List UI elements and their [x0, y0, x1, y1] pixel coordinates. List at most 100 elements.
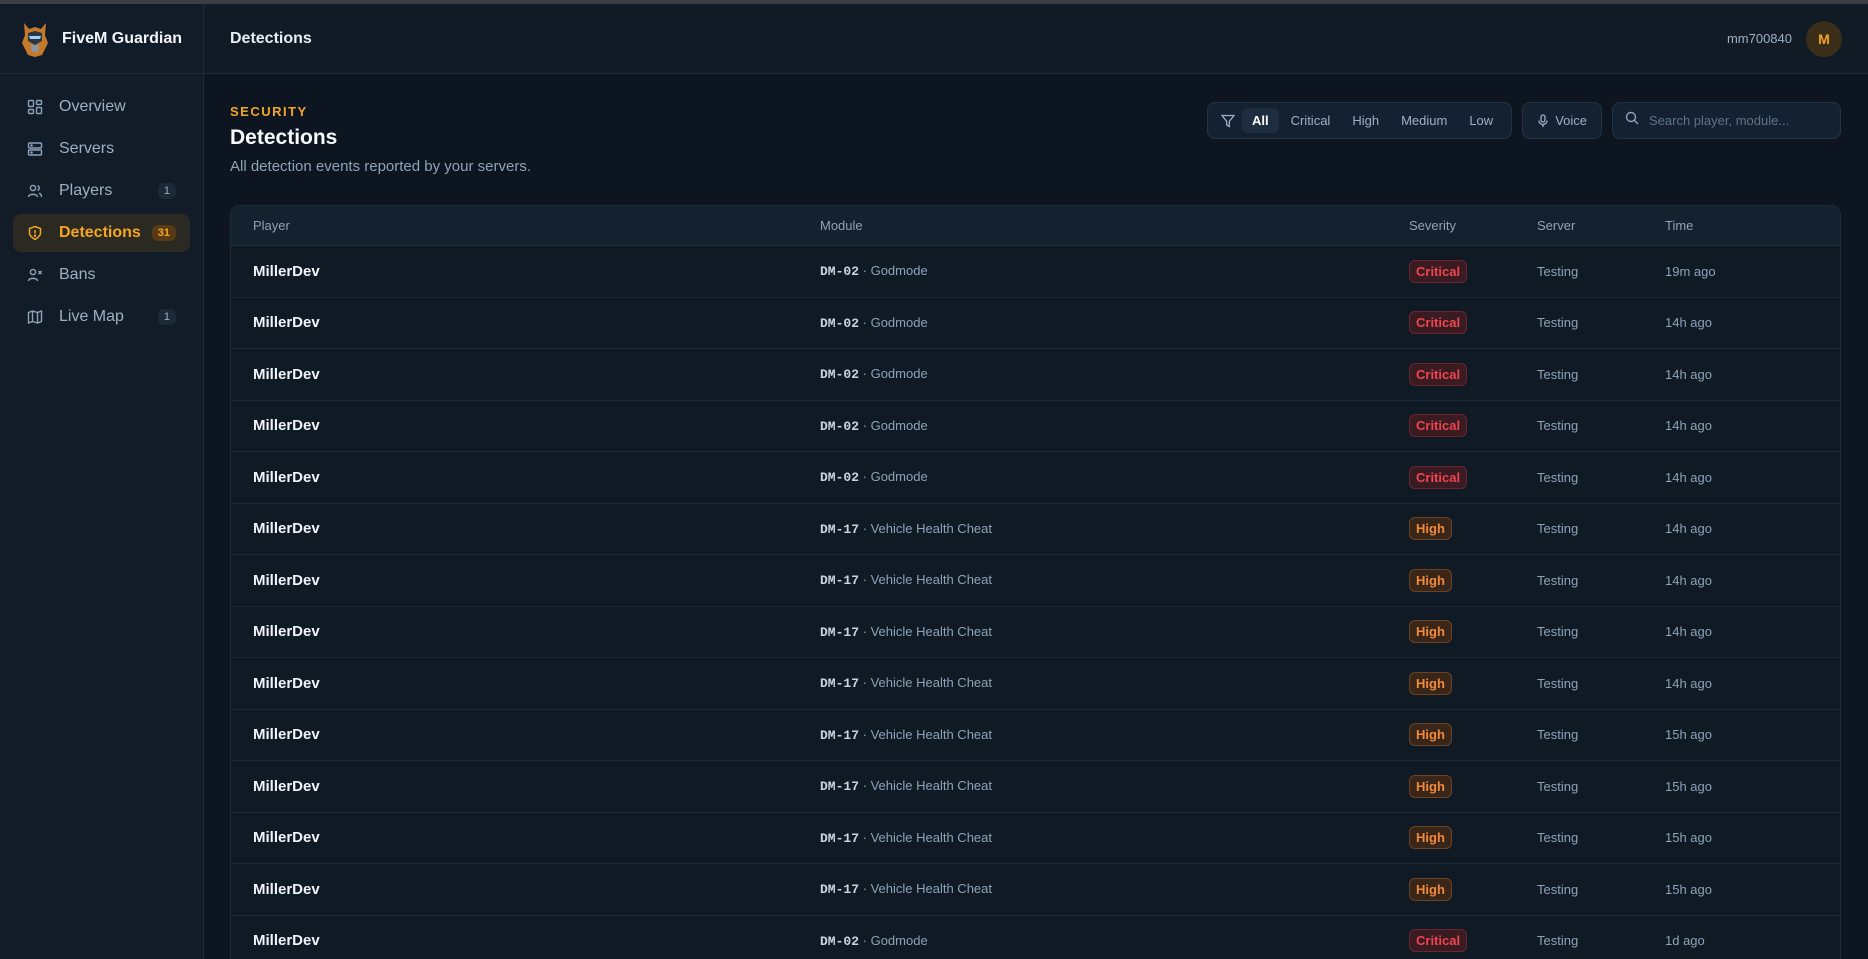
- column-header-module[interactable]: Module: [820, 218, 1409, 233]
- table-row[interactable]: MillerDev DM-02 · Godmode Critical Testing 1…: [231, 916, 1840, 959]
- module-separator: ·: [859, 520, 871, 536]
- sidebar-item-overview[interactable]: Overview: [13, 88, 190, 126]
- module-cell: DM-17 · Vehicle Health Cheat: [820, 727, 1409, 743]
- section-eyebrow: SECURITY: [230, 104, 308, 119]
- sidebar-item-label: Servers: [59, 140, 115, 157]
- severity-badge: Critical: [1409, 414, 1468, 438]
- server-cell: Testing: [1537, 830, 1579, 846]
- severity-cell: Critical: [1409, 929, 1537, 953]
- table-row[interactable]: MillerDev DM-02 · Godmode Critical Testing 1…: [231, 298, 1840, 349]
- severity-cell: High: [1409, 620, 1537, 644]
- severity-cell: Critical: [1409, 414, 1537, 438]
- filter-medium[interactable]: Medium: [1391, 108, 1457, 133]
- severity-badge: High: [1409, 517, 1452, 541]
- sidebar: FiveM Guardian Overview Servers Players …: [0, 4, 204, 959]
- module-cell: DM-17 · Vehicle Health Cheat: [820, 624, 1409, 640]
- module-cell: DM-02 · Godmode: [820, 366, 1409, 382]
- module-separator: ·: [859, 778, 871, 794]
- table-row[interactable]: MillerDev DM-02 · Godmode Critical Testing 1…: [231, 246, 1840, 298]
- server-cell: Testing: [1537, 263, 1579, 279]
- module-separator: ·: [859, 829, 871, 845]
- severity-badge: High: [1409, 671, 1452, 695]
- server-cell: Testing: [1537, 675, 1579, 691]
- player-name[interactable]: MillerDev: [231, 572, 820, 589]
- player-name[interactable]: MillerDev: [231, 520, 820, 537]
- player-name[interactable]: MillerDev: [231, 881, 820, 898]
- player-name[interactable]: MillerDev: [231, 726, 820, 743]
- table-row[interactable]: MillerDev DM-02 · Godmode Critical Testing 1…: [231, 401, 1840, 452]
- username: mm700840: [1726, 31, 1792, 46]
- module-separator: ·: [859, 675, 871, 691]
- sidebar-item-live-map[interactable]: Live Map 1: [13, 298, 190, 336]
- severity-cell: High: [1409, 723, 1537, 747]
- avatar[interactable]: M: [1806, 20, 1842, 57]
- severity-badge: High: [1409, 723, 1452, 747]
- player-name[interactable]: MillerDev: [231, 829, 820, 846]
- module-separator: ·: [859, 726, 871, 742]
- module-name: Godmode: [870, 314, 928, 330]
- filter-high[interactable]: High: [1342, 108, 1389, 133]
- module-code: DM-17: [820, 830, 860, 846]
- shield-icon: [27, 225, 43, 241]
- search-box[interactable]: [1612, 102, 1841, 139]
- severity-badge: High: [1409, 774, 1452, 798]
- table-row[interactable]: MillerDev DM-17 · Vehicle Health Cheat Hig…: [231, 761, 1840, 813]
- filter-all[interactable]: All: [1241, 108, 1279, 133]
- table-row[interactable]: MillerDev DM-02 · Godmode Critical Testing 1…: [231, 452, 1840, 504]
- table-row[interactable]: MillerDev DM-17 · Vehicle Health Cheat Hig…: [231, 607, 1840, 658]
- player-name[interactable]: MillerDev: [231, 366, 820, 383]
- player-name[interactable]: MillerDev: [231, 778, 820, 795]
- column-header-player[interactable]: Player: [231, 218, 820, 233]
- severity-cell: Critical: [1409, 465, 1537, 489]
- player-name[interactable]: MillerDev: [231, 263, 820, 280]
- time-cell: 15h ago: [1665, 778, 1712, 794]
- toolbar: All Critical High Medium Low Voice: [1206, 102, 1841, 139]
- sidebar-item-detections[interactable]: Detections 31: [13, 214, 190, 252]
- column-header-server[interactable]: Server: [1537, 218, 1665, 233]
- table-row[interactable]: MillerDev DM-17 · Vehicle Health Cheat Hig…: [231, 504, 1840, 555]
- table-row[interactable]: MillerDev DM-17 · Vehicle Health Cheat Hig…: [231, 864, 1840, 916]
- time-cell: 15h ago: [1665, 830, 1712, 846]
- filter-low[interactable]: Low: [1459, 108, 1503, 133]
- table-row[interactable]: MillerDev DM-17 · Vehicle Health Cheat Hig…: [231, 555, 1840, 607]
- time-cell: 15h ago: [1665, 727, 1712, 743]
- player-name[interactable]: MillerDev: [231, 623, 820, 640]
- server-cell: Testing: [1537, 469, 1579, 485]
- player-name[interactable]: MillerDev: [231, 932, 820, 949]
- voice-button[interactable]: Voice: [1522, 102, 1602, 139]
- player-name[interactable]: MillerDev: [231, 675, 820, 692]
- player-name[interactable]: MillerDev: [231, 314, 820, 331]
- column-header-severity[interactable]: Severity: [1409, 218, 1537, 233]
- table-row[interactable]: MillerDev DM-17 · Vehicle Health Cheat Hig…: [231, 710, 1840, 761]
- time-cell: 14h ago: [1665, 469, 1712, 485]
- table-row[interactable]: MillerDev DM-02 · Godmode Critical Testing 1…: [231, 349, 1840, 401]
- sidebar-item-label: Players: [59, 182, 113, 199]
- module-code: DM-17: [820, 882, 860, 898]
- guardian-helmet-logo-icon: [20, 19, 50, 59]
- time-cell: 19m ago: [1665, 263, 1716, 279]
- module-code: DM-17: [820, 676, 860, 692]
- table-row[interactable]: MillerDev DM-17 · Vehicle Health Cheat Hig…: [231, 813, 1840, 864]
- module-name: Vehicle Health Cheat: [870, 572, 992, 588]
- module-name: Godmode: [870, 932, 928, 948]
- column-header-time[interactable]: Time: [1665, 218, 1840, 233]
- module-cell: DM-17 · Vehicle Health Cheat: [820, 830, 1409, 846]
- sidebar-item-players[interactable]: Players 1: [13, 172, 190, 210]
- sidebar-item-servers[interactable]: Servers: [13, 130, 190, 168]
- module-separator: ·: [859, 881, 871, 897]
- module-code: DM-02: [820, 933, 860, 949]
- server-cell: Testing: [1537, 624, 1579, 640]
- sidebar-item-bans[interactable]: Bans: [13, 256, 190, 294]
- user-menu[interactable]: mm700840 M: [1726, 20, 1842, 57]
- search-input[interactable]: [1649, 113, 1828, 128]
- module-code: DM-17: [820, 521, 860, 537]
- server-cell: Testing: [1537, 572, 1579, 588]
- brand[interactable]: FiveM Guardian: [0, 4, 203, 74]
- table-row[interactable]: MillerDev DM-17 · Vehicle Health Cheat Hig…: [231, 658, 1840, 710]
- severity-cell: Critical: [1409, 259, 1537, 283]
- microphone-icon: [1537, 113, 1549, 128]
- player-name[interactable]: MillerDev: [231, 469, 820, 486]
- sidebar-item-label: Live Map: [59, 308, 124, 325]
- filter-critical[interactable]: Critical: [1281, 108, 1341, 133]
- player-name[interactable]: MillerDev: [231, 417, 820, 434]
